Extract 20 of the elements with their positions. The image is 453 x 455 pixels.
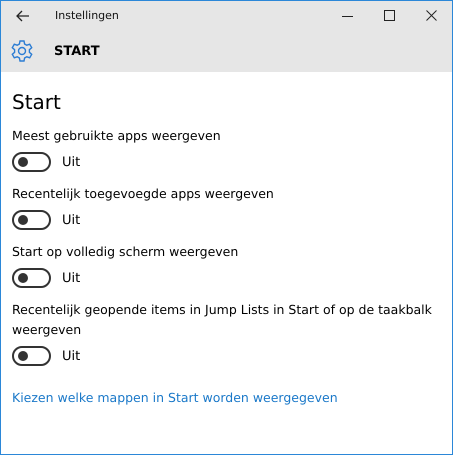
- page-title: START: [54, 44, 100, 58]
- back-arrow-icon: [16, 10, 30, 22]
- setting-label: Start op volledig scherm weergeven: [12, 243, 240, 261]
- toggle-switch[interactable]: [12, 152, 51, 172]
- section-heading: Start: [12, 90, 62, 114]
- close-icon: [426, 10, 436, 21]
- toggle-switch[interactable]: [12, 268, 51, 288]
- settings-icon: [10, 39, 34, 63]
- toggle-switch[interactable]: [12, 210, 51, 230]
- maximize-icon: [384, 10, 394, 21]
- window-title: Instellingen: [55, 9, 119, 22]
- toggle-switch[interactable]: [12, 346, 51, 366]
- setting-label: Recentelijk geopende items in Jump Lists in Start of op de taakbalk weergeven: [12, 301, 433, 339]
- toggle-state-text: Uit: [62, 348, 80, 364]
- toggle-state-text: Uit: [62, 212, 80, 228]
- toggle-state-text: Uit: [62, 154, 80, 170]
- folders-link[interactable]: Kiezen welke mappen in Start worden weergegeven: [12, 390, 338, 405]
- setting-label: Recentelijk toegevoegde apps weergeven: [12, 185, 275, 203]
- toggle-state-text: Uit: [62, 270, 80, 286]
- setting-label: Meest gebruikte apps weergeven: [12, 127, 222, 145]
